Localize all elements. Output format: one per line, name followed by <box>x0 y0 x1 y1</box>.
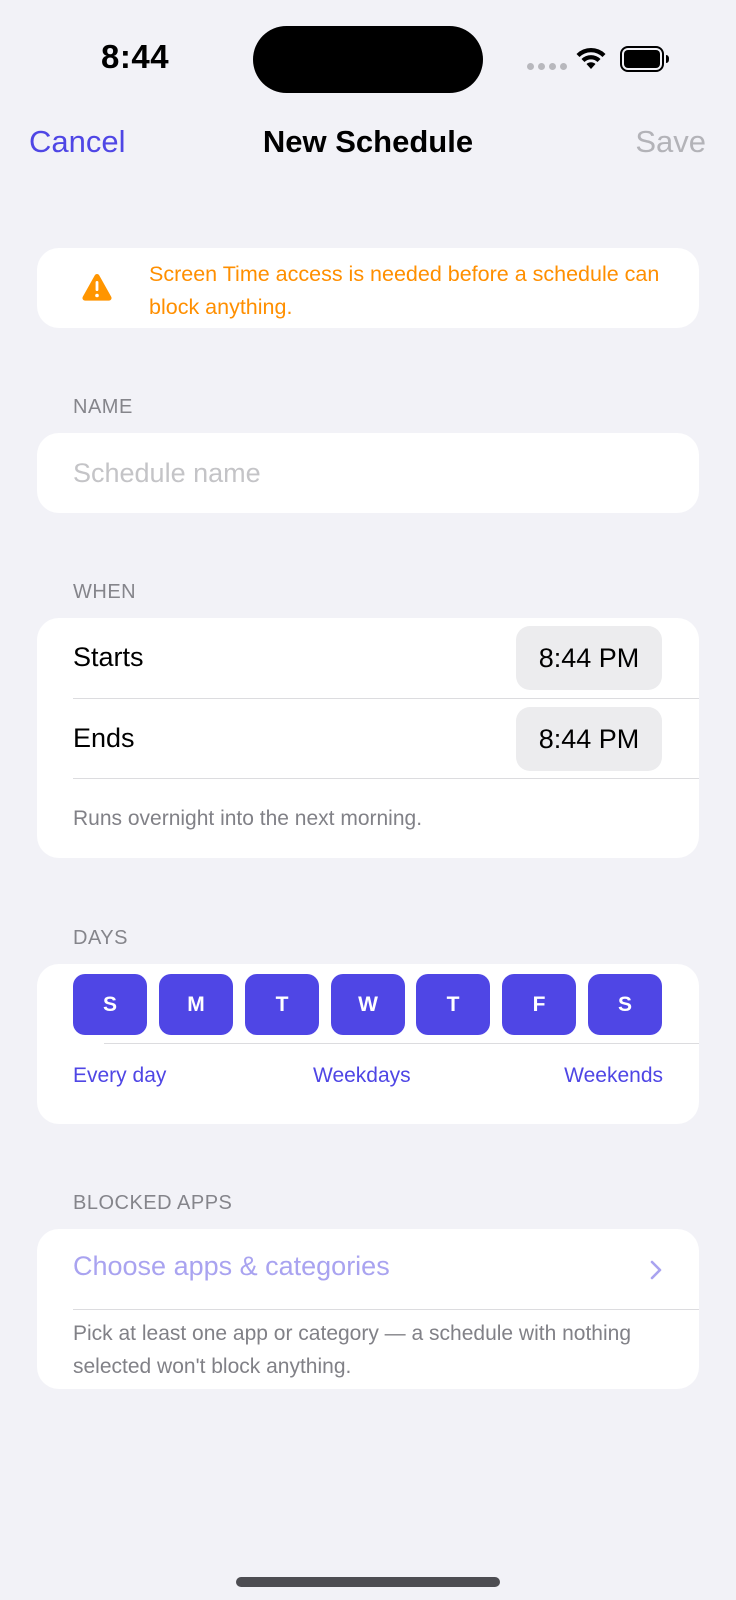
dynamic-island <box>253 26 483 93</box>
start-time-picker[interactable]: 8:44 PM <box>516 626 662 690</box>
page-title: New Schedule <box>262 124 474 159</box>
days-card: S M T W T F S Every day Weekdays Weekend… <box>37 964 699 1124</box>
name-card <box>37 433 699 513</box>
end-time-picker[interactable]: 8:44 PM <box>516 707 662 771</box>
divider <box>73 1309 699 1310</box>
when-section-header: WHEN <box>73 581 137 603</box>
wifi-icon <box>576 47 606 69</box>
navigation-bar: Cancel New Schedule Save <box>0 110 736 180</box>
every-day-button[interactable]: Every day <box>73 1064 166 1088</box>
save-button[interactable]: Save <box>635 124 706 160</box>
ends-label: Ends <box>73 723 135 753</box>
battery-icon <box>620 46 669 72</box>
status-bar: 8:44 <box>0 0 736 110</box>
when-card: Starts 8:44 PM Ends 8:44 PM Runs overnig… <box>37 618 699 858</box>
day-toggle-sunday[interactable]: S <box>73 974 147 1035</box>
weekdays-button[interactable]: Weekdays <box>313 1064 411 1088</box>
divider <box>73 778 699 779</box>
blocked-apps-note: Pick at least one app or category — a sc… <box>73 1322 631 1378</box>
divider <box>73 698 699 699</box>
blocked-apps-card: Choose apps & categories Pick at least o… <box>37 1229 699 1389</box>
cellular-signal-icon <box>527 63 567 70</box>
day-toggle-tuesday[interactable]: T <box>245 974 319 1035</box>
day-toggle-thursday[interactable]: T <box>416 974 490 1035</box>
day-toggle-wednesday[interactable]: W <box>331 974 405 1035</box>
days-section-header: DAYS <box>73 927 128 949</box>
choose-apps-row[interactable]: Choose apps & categories <box>37 1229 699 1309</box>
day-toggle-friday[interactable]: F <box>502 974 576 1035</box>
day-toggle-saturday[interactable]: S <box>588 974 662 1035</box>
status-time: 8:44 <box>101 38 170 75</box>
name-section-header: NAME <box>73 396 133 418</box>
schedule-name-input[interactable] <box>73 433 673 513</box>
chevron-right-icon <box>650 1260 662 1280</box>
blocked-apps-section-header: BLOCKED APPS <box>73 1192 233 1214</box>
overnight-note: Runs overnight into the next morning. <box>73 807 423 830</box>
choose-apps-label: Choose apps & categories <box>73 1251 390 1281</box>
screen-time-warning-banner: Screen Time access is needed before a sc… <box>37 248 699 328</box>
weekends-button[interactable]: Weekends <box>564 1064 663 1088</box>
divider <box>104 1043 699 1044</box>
starts-label: Starts <box>73 642 144 672</box>
home-indicator <box>236 1577 500 1587</box>
warning-triangle-icon <box>82 274 112 301</box>
day-toggle-monday[interactable]: M <box>159 974 233 1035</box>
warning-text: Screen Time access is needed before a sc… <box>149 262 660 319</box>
